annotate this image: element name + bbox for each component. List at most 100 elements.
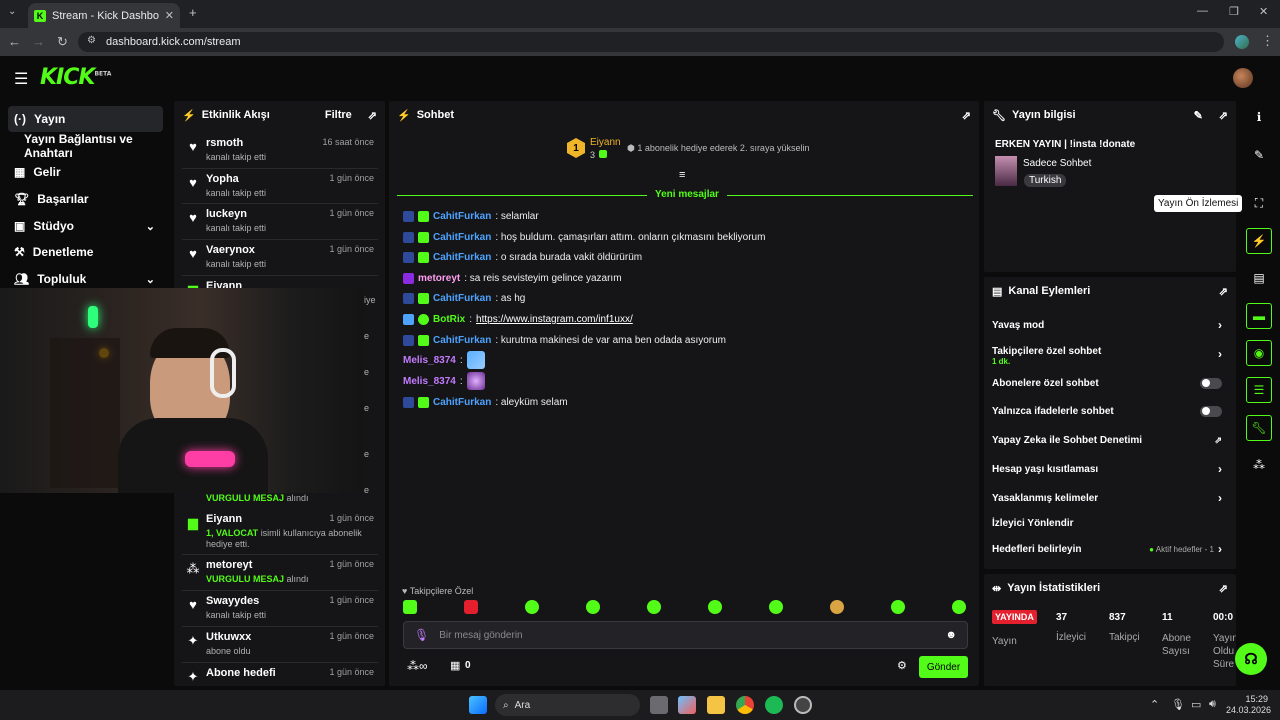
clock-time[interactable]: 15:29 (1240, 694, 1268, 704)
popout-icon[interactable]: ⇗ (368, 109, 377, 122)
close-tab-icon[interactable]: ✕ (165, 9, 174, 22)
emote-icon[interactable] (708, 600, 722, 614)
browser-tab[interactable]: K Stream - Kick Dashboard ✕ (28, 3, 180, 28)
subscribers-only-toggle[interactable] (1200, 377, 1222, 389)
nav-item-stream-key[interactable]: Yayın Bağlantısı ve Anahtarı (18, 132, 178, 160)
activity-user[interactable]: luckeyn (206, 208, 247, 220)
chat-settings-icon[interactable]: ⚙ (897, 659, 907, 672)
clock-date[interactable]: 24.03.2026 (1226, 705, 1271, 715)
slow-mode-row[interactable]: Yavaş mod › (992, 314, 1228, 336)
spotify-icon[interactable] (765, 696, 783, 714)
nav-item-denetleme[interactable]: ⚒ Denetleme (8, 239, 163, 265)
followers-only-row[interactable]: Takipçilere özel sohbet 1 dk. › (992, 341, 1228, 371)
emote-icon[interactable] (586, 600, 600, 614)
kicks-icon[interactable]: ⁂ (1246, 452, 1272, 478)
store-icon[interactable] (678, 696, 696, 714)
site-info-icon[interactable]: ⚙ (87, 35, 96, 46)
chat-link[interactable]: https://www.instagram.com/inf1uxx/ (476, 314, 633, 325)
url-input[interactable]: ⚙ dashboard.kick.com/stream (78, 32, 1224, 52)
activity-user[interactable]: Utkuwxx (206, 631, 251, 643)
support-chat-button[interactable]: ☊ (1235, 643, 1267, 675)
emote-icon[interactable] (769, 600, 783, 614)
activity-user[interactable]: Abone hedefi (206, 667, 276, 679)
chat-username[interactable]: CahitFurkan (433, 232, 491, 243)
windows-start-icon[interactable] (469, 696, 487, 714)
nav-item-gelir[interactable]: ▦ Gelir (8, 159, 163, 185)
wrench-icon[interactable]: 🔧︎ (1246, 415, 1272, 441)
broadcast-icon[interactable]: ◉ (1246, 340, 1272, 366)
emote-icon[interactable] (464, 600, 478, 614)
emote-icon[interactable] (466, 372, 485, 390)
volume-icon[interactable]: 🔊︎ (1209, 698, 1216, 711)
chrome-icon[interactable] (736, 696, 754, 714)
nav-item-basarilar[interactable]: 🏆︎ Başarılar (8, 186, 163, 212)
lightning-icon[interactable]: ⚡ (1246, 228, 1272, 254)
file-explorer-icon[interactable] (707, 696, 725, 714)
ai-moderation-row[interactable]: Yapay Zeka ile Sohbet Denetimi ⇗ (992, 429, 1228, 451)
chat-username[interactable]: Melis_8374 (403, 376, 456, 387)
channel-actions-icon[interactable]: ☰ (1246, 377, 1272, 403)
reload-icon[interactable]: ↻ (57, 34, 68, 50)
popout-icon[interactable]: ⇗ (1219, 285, 1228, 298)
chevron-up-icon[interactable]: ⌃ (1150, 698, 1159, 711)
collapse-icon[interactable]: ≡ (679, 169, 685, 181)
emote-icon[interactable] (952, 600, 966, 614)
filter-button[interactable]: Filtre (325, 109, 352, 121)
account-age-row[interactable]: Hesap yaşı kısıtlaması › (992, 458, 1228, 480)
edit-icon[interactable]: ✎ (1194, 109, 1203, 122)
stack-icon[interactable]: ▤ (1246, 265, 1272, 291)
banned-words-row[interactable]: Yasaklanmış kelimeler › (992, 487, 1228, 509)
chat-username[interactable]: CahitFurkan (433, 211, 491, 222)
info-icon[interactable]: ℹ (1246, 104, 1272, 130)
chat-username[interactable]: CahitFurkan (433, 335, 491, 346)
obs-icon[interactable] (794, 696, 812, 714)
raid-row[interactable]: İzleyici Yönlendir (992, 512, 1228, 534)
tab-search-icon[interactable]: ⌄ (8, 6, 16, 17)
stream-preview-icon[interactable]: ⛶ (1246, 190, 1272, 216)
popout-icon[interactable]: ⇗ (962, 109, 971, 122)
network-icon[interactable]: ▭ (1191, 698, 1201, 711)
activity-user[interactable]: Yopha (206, 173, 239, 185)
nav-item-yayin[interactable]: (·) Yayın (8, 106, 163, 132)
microphone-icon[interactable]: 🎙︎ (414, 628, 429, 642)
forward-icon[interactable]: → (32, 34, 45, 49)
channel-points-icon[interactable]: ▦ (450, 659, 460, 672)
maximize-icon[interactable]: ❐ (1229, 5, 1239, 18)
minimize-icon[interactable]: — (1197, 5, 1208, 17)
close-window-icon[interactable]: ✕ (1259, 5, 1268, 18)
browser-menu-icon[interactable]: ⋮ (1261, 33, 1274, 49)
activity-user[interactable]: rsmoth (206, 137, 243, 149)
task-view-icon[interactable] (650, 696, 668, 714)
nav-item-studyo[interactable]: ▣ Stüdyo ⌄ (8, 213, 163, 239)
chat-bubble-icon[interactable]: ▬ (1246, 303, 1272, 329)
chat-username[interactable]: Melis_8374 (403, 355, 456, 366)
emote-icon[interactable] (647, 600, 661, 614)
emote-icon[interactable] (403, 600, 417, 614)
popout-icon[interactable]: ⇗ (1219, 582, 1228, 595)
chat-username[interactable]: BotRix (433, 314, 465, 325)
emotes-only-toggle[interactable] (1200, 405, 1222, 417)
send-button[interactable]: Gönder (919, 656, 968, 678)
kick-logo[interactable]: KICKBETA (40, 65, 111, 90)
emoji-icon[interactable]: ☻ (945, 629, 957, 641)
chat-username[interactable]: CahitFurkan (433, 293, 491, 304)
chat-username[interactable]: metoreyt (418, 273, 460, 284)
emote-icon[interactable] (466, 351, 485, 369)
microphone-icon[interactable]: 🎙︎ (1171, 698, 1185, 711)
popout-icon[interactable]: ⇗ (1219, 109, 1228, 122)
activity-user[interactable]: Vaerynox (206, 244, 255, 256)
chat-input[interactable]: 🎙︎ Bir mesaj gönderin ☻ (403, 621, 968, 649)
emote-icon[interactable] (525, 600, 539, 614)
emote-icon[interactable] (891, 600, 905, 614)
user-avatar[interactable] (1233, 68, 1253, 88)
stream-category[interactable]: Sadece Sohbet (1023, 158, 1091, 169)
profile-avatar[interactable] (1235, 35, 1249, 49)
activity-user[interactable]: Swayydes (206, 595, 259, 607)
back-icon[interactable]: ← (8, 34, 21, 49)
edit-icon[interactable]: ✎ (1246, 142, 1272, 168)
chat-username[interactable]: CahitFurkan (433, 397, 491, 408)
chat-username[interactable]: CahitFurkan (433, 252, 491, 263)
activity-user[interactable]: metoreyt (206, 559, 252, 571)
leaderboard-user[interactable]: Eiyann (590, 137, 621, 148)
new-tab-button[interactable]: + (189, 5, 197, 20)
